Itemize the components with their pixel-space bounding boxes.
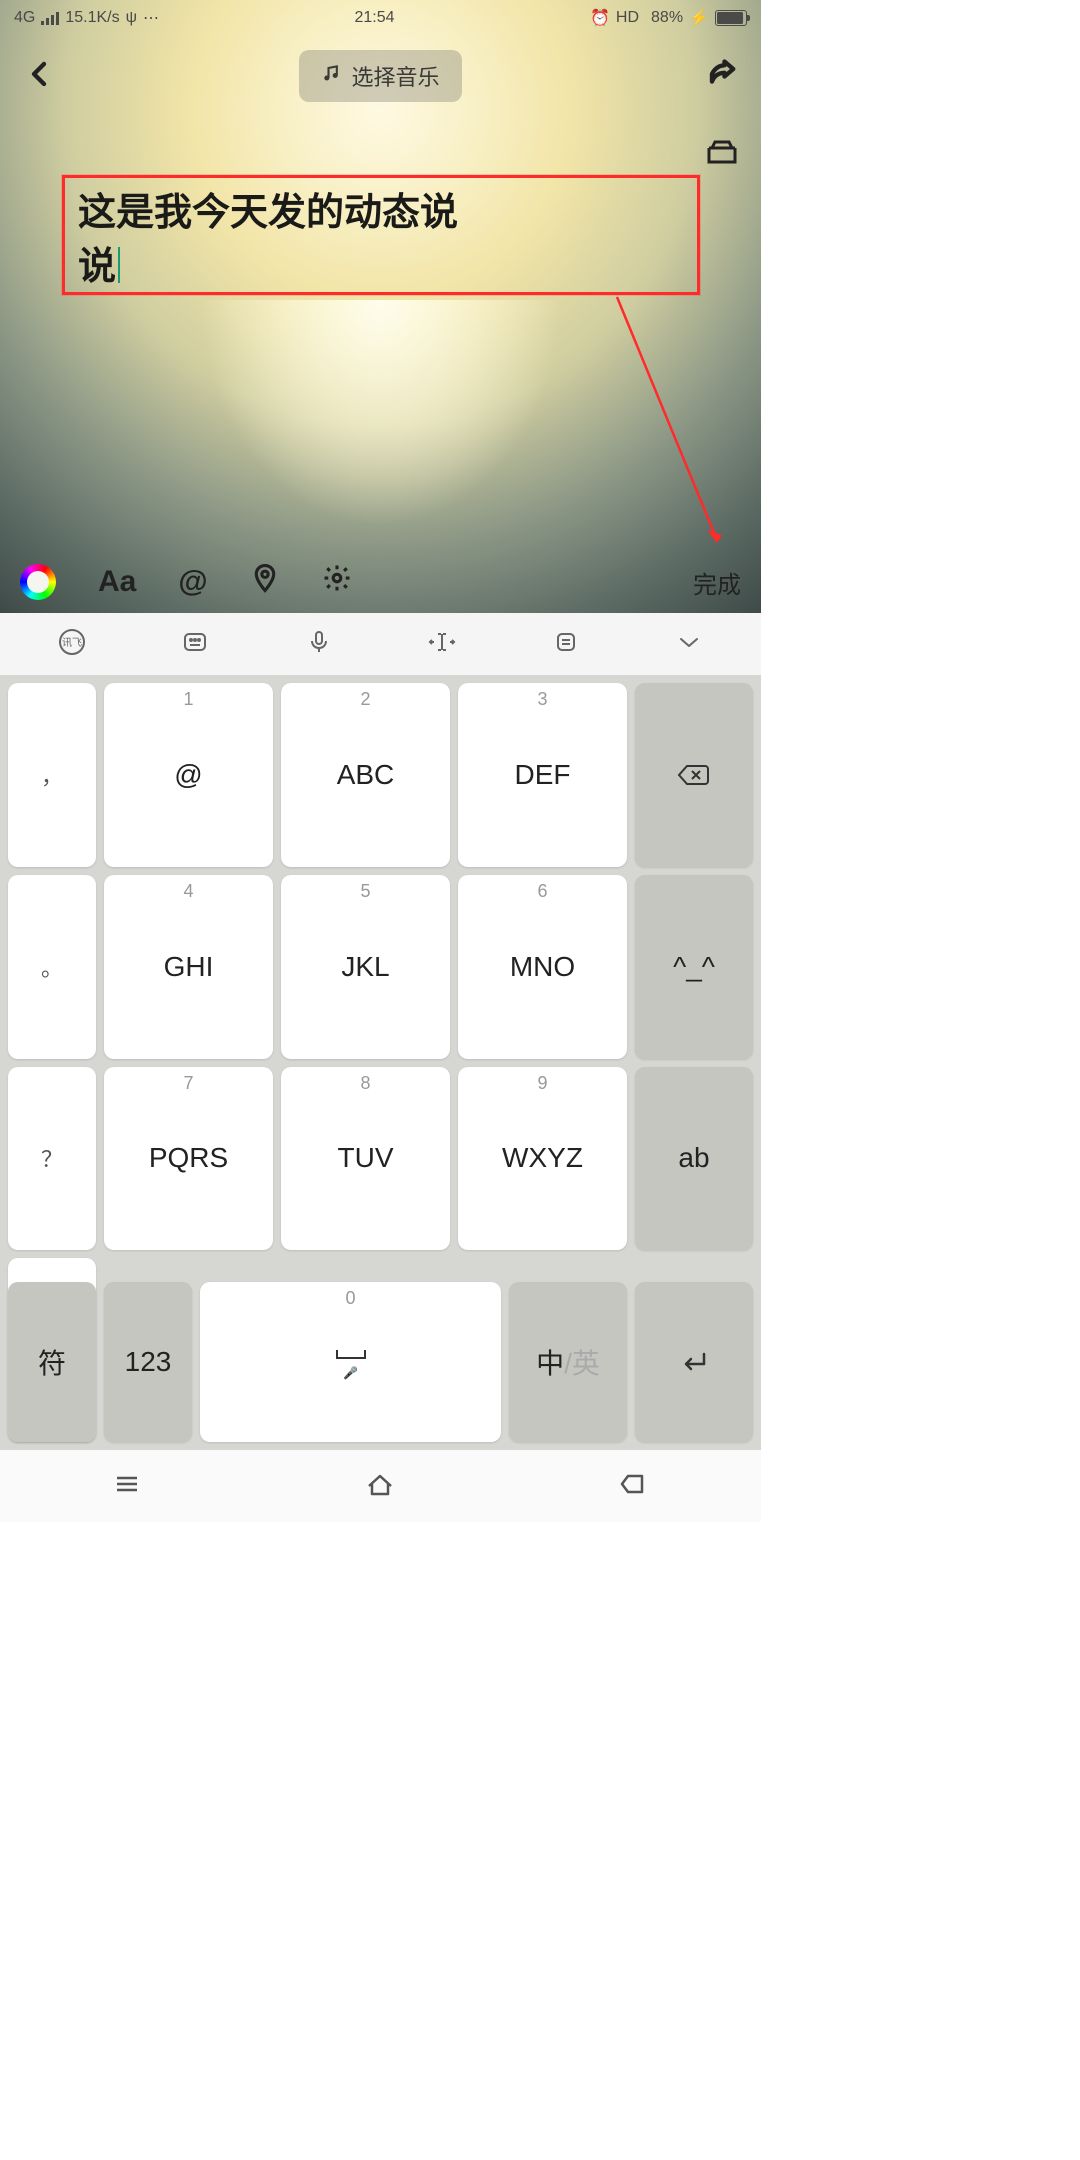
- top-bar: 选择音乐: [0, 44, 761, 108]
- voice-input-button[interactable]: [305, 628, 333, 661]
- post-text-input[interactable]: 这是我今天发的动态说说: [78, 186, 678, 294]
- backspace-icon: [677, 763, 711, 787]
- signal-icon: [41, 11, 59, 25]
- nav-home-button[interactable]: [364, 1470, 396, 1503]
- battery-percent: 88%: [651, 9, 683, 27]
- key-ab[interactable]: ab: [635, 1067, 753, 1251]
- key-9[interactable]: 9WXYZ: [458, 1067, 627, 1251]
- alarm-icon: ⏰: [590, 8, 610, 28]
- music-label: 选择音乐: [351, 60, 439, 92]
- system-nav-bar: [0, 1450, 761, 1522]
- key-4[interactable]: 4GHI: [104, 875, 273, 1059]
- select-music-button[interactable]: 选择音乐: [299, 50, 461, 102]
- key-numbers[interactable]: 123: [104, 1282, 192, 1442]
- key-comma[interactable]: ，: [8, 683, 96, 867]
- mention-button[interactable]: @: [178, 565, 207, 599]
- text-cursor: [118, 247, 120, 283]
- network-type: 4G: [14, 9, 35, 27]
- key-1[interactable]: 1@: [104, 683, 273, 867]
- editor-toolbar: Aa @ 完成: [0, 551, 761, 613]
- nav-menu-button[interactable]: [111, 1470, 143, 1503]
- share-button[interactable]: [707, 59, 737, 94]
- crop-button[interactable]: [707, 140, 737, 171]
- collapse-keyboard-button[interactable]: [675, 628, 703, 661]
- key-period[interactable]: 。: [8, 875, 96, 1059]
- done-button[interactable]: 完成: [693, 565, 741, 600]
- ime-logo-button[interactable]: 讯飞: [58, 628, 86, 661]
- color-picker-button[interactable]: [20, 564, 56, 600]
- svg-text:讯飞: 讯飞: [62, 637, 82, 649]
- status-time: 21:54: [354, 9, 394, 27]
- more-icon: ⋯: [143, 8, 159, 28]
- key-8[interactable]: 8TUV: [281, 1067, 450, 1251]
- space-icon: [331, 1344, 371, 1364]
- key-6[interactable]: 6MNO: [458, 875, 627, 1059]
- clipboard-button[interactable]: [552, 628, 580, 661]
- key-7[interactable]: 7PQRS: [104, 1067, 273, 1251]
- charging-icon: ⚡: [689, 8, 709, 28]
- key-backspace[interactable]: [635, 683, 753, 867]
- key-3[interactable]: 3DEF: [458, 683, 627, 867]
- status-bar: 4G 15.1K/s ψ ⋯ 21:54 ⏰ HD 88% ⚡: [0, 0, 761, 36]
- location-button[interactable]: [250, 563, 280, 601]
- keyboard-toolbar: 讯飞: [0, 613, 761, 675]
- key-emoji[interactable]: ^_^: [635, 875, 753, 1059]
- back-button[interactable]: [24, 59, 54, 94]
- key-symbols[interactable]: 符: [8, 1282, 96, 1442]
- key-question[interactable]: ？: [8, 1067, 96, 1251]
- keyboard-layout-button[interactable]: [181, 628, 209, 661]
- settings-button[interactable]: [322, 563, 352, 601]
- hd-icon: HD: [616, 9, 639, 27]
- mic-hint-icon: 🎤: [343, 1366, 358, 1380]
- network-speed: 15.1K/s: [65, 9, 119, 27]
- key-language[interactable]: 中/英: [509, 1282, 627, 1442]
- key-5[interactable]: 5JKL: [281, 875, 450, 1059]
- usb-icon: ψ: [126, 9, 137, 27]
- key-2[interactable]: 2ABC: [281, 683, 450, 867]
- font-button[interactable]: Aa: [98, 565, 136, 599]
- cursor-mode-button[interactable]: [428, 628, 456, 661]
- battery-icon: [715, 10, 747, 26]
- enter-icon: [678, 1350, 710, 1374]
- music-icon: [321, 63, 341, 89]
- key-enter[interactable]: [635, 1282, 753, 1442]
- key-space[interactable]: 0 🎤: [200, 1282, 501, 1442]
- nav-back-button[interactable]: [618, 1470, 650, 1503]
